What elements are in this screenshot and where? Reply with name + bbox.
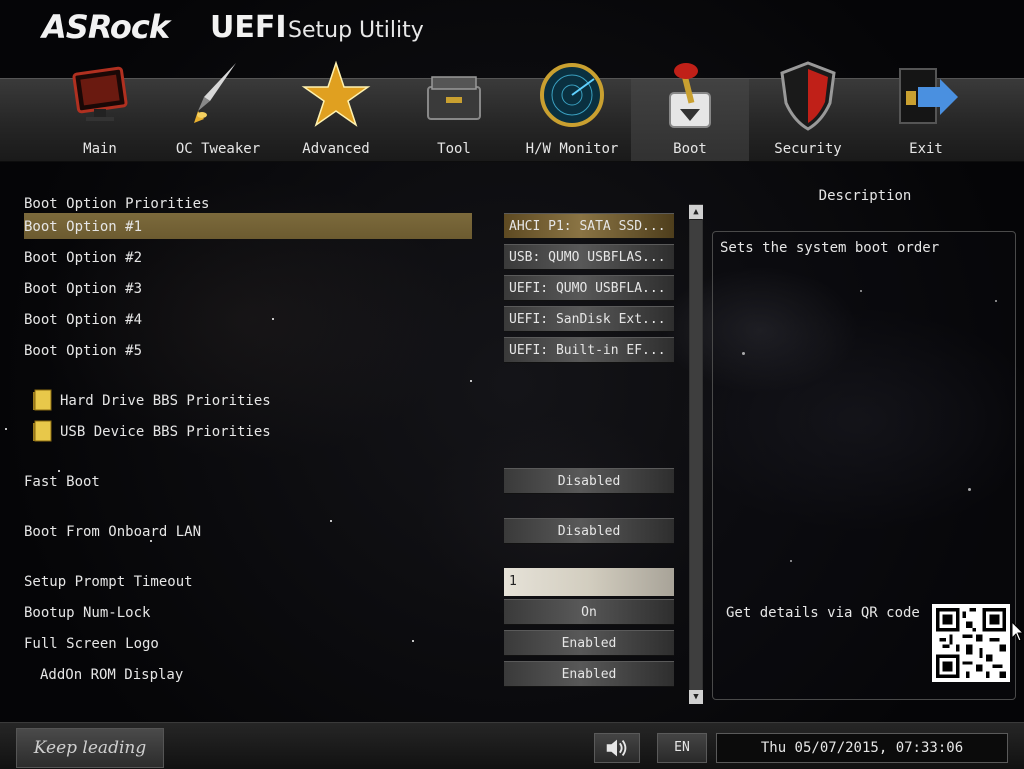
boot-option-1-value[interactable]: AHCI P1: SATA SSD...	[504, 213, 674, 239]
addon-rom-display-label[interactable]: AddOn ROM Display	[40, 667, 183, 683]
boot-from-onboard-lan-value[interactable]: Disabled	[504, 518, 674, 544]
tab-advanced-label: Advanced	[302, 141, 370, 157]
header: ASRock UEFI Setup Utility	[0, 0, 1024, 78]
tab-main-label: Main	[83, 141, 117, 157]
bootup-num-lock-value[interactable]: On	[504, 599, 674, 625]
tab-tool-label: Tool	[437, 141, 471, 157]
tab-exit[interactable]: Exit	[867, 68, 985, 161]
boot-option-3-label[interactable]: Boot Option #3	[24, 281, 142, 297]
tab-boot[interactable]: Boot	[631, 63, 749, 161]
language-button[interactable]: EN	[657, 733, 707, 763]
boot-option-4-value[interactable]: UEFI: SanDisk Ext...	[504, 306, 674, 332]
tab-bar: Main OC Tweaker Advanced Tool H/W Monito…	[0, 60, 1024, 162]
tab-exit-label: Exit	[909, 141, 943, 157]
star-dot	[5, 428, 7, 430]
scrollbar-thumb[interactable]	[690, 220, 702, 690]
boot-lever-icon	[652, 57, 728, 137]
hard-drive-bbs-priorities-link[interactable]: Hard Drive BBS Priorities	[60, 393, 271, 409]
folder-icon	[33, 389, 52, 411]
star-dot	[58, 470, 60, 472]
boot-option-4-label[interactable]: Boot Option #4	[24, 312, 142, 328]
radar-icon	[534, 57, 610, 137]
monitor-icon	[62, 57, 138, 137]
qr-code-label: Get details via QR code	[726, 605, 920, 621]
tab-oc-tweaker-label: OC Tweaker	[175, 141, 261, 157]
boot-option-priorities-heading: Boot Option Priorities	[24, 196, 210, 212]
addon-rom-display-value[interactable]: Enabled	[504, 661, 674, 687]
qr-code[interactable]	[932, 604, 1010, 682]
boot-option-2-label[interactable]: Boot Option #2	[24, 250, 142, 266]
boot-option-2-value[interactable]: USB: QUMO USBFLAS...	[504, 244, 674, 270]
scroll-up-arrow-icon[interactable]: ▲	[689, 205, 703, 219]
fast-boot-label[interactable]: Fast Boot	[24, 474, 100, 490]
star-icon	[298, 57, 374, 137]
star-dot	[150, 540, 152, 542]
bootup-num-lock-label[interactable]: Bootup Num-Lock	[24, 605, 150, 621]
asrock-logo: ASRock	[42, 8, 170, 46]
star-dot	[412, 640, 414, 642]
speaker-icon	[606, 739, 627, 757]
setup-utility-title: Setup Utility	[288, 18, 424, 43]
mouse-cursor-icon	[1012, 622, 1024, 642]
full-screen-logo-label[interactable]: Full Screen Logo	[24, 636, 159, 652]
rocket-icon	[180, 57, 256, 137]
tab-hw-monitor-label: H/W Monitor	[525, 141, 619, 157]
tab-advanced[interactable]: Advanced	[277, 60, 395, 161]
star-dot	[272, 318, 274, 320]
uefi-title: UEFI	[210, 10, 287, 45]
boot-option-5-label[interactable]: Boot Option #5	[24, 343, 142, 359]
full-screen-logo-value[interactable]: Enabled	[504, 630, 674, 656]
boot-option-5-value[interactable]: UEFI: Built-in EF...	[504, 337, 674, 363]
star-dot	[330, 520, 332, 522]
shield-icon	[770, 57, 846, 137]
description-title: Description	[818, 188, 912, 204]
keep-leading-logo: Keep leading	[16, 728, 164, 768]
boot-from-onboard-lan-label[interactable]: Boot From Onboard LAN	[24, 524, 201, 540]
usb-device-bbs-priorities-link[interactable]: USB Device BBS Priorities	[60, 424, 271, 440]
toolbox-icon	[416, 57, 492, 137]
tab-hw-monitor[interactable]: H/W Monitor	[513, 63, 631, 161]
boot-option-3-value[interactable]: UEFI: QUMO USBFLA...	[504, 275, 674, 301]
setup-prompt-timeout-input[interactable]: 1	[504, 568, 674, 596]
tab-oc-tweaker[interactable]: OC Tweaker	[159, 63, 277, 161]
description-text: Sets the system boot order	[720, 240, 940, 256]
speaker-button[interactable]	[594, 733, 640, 763]
tab-tool[interactable]: Tool	[395, 76, 513, 161]
tab-security[interactable]: Security	[749, 61, 867, 161]
star-dot	[470, 380, 472, 382]
setup-prompt-timeout-label[interactable]: Setup Prompt Timeout	[24, 574, 193, 590]
datetime-display: Thu 05/07/2015, 07:33:06	[716, 733, 1008, 763]
folder-icon	[33, 420, 52, 442]
tab-security-label: Security	[774, 141, 842, 157]
tab-boot-label: Boot	[673, 141, 707, 157]
scroll-down-arrow-icon[interactable]: ▼	[689, 690, 703, 704]
tab-main[interactable]: Main	[41, 66, 159, 161]
exit-door-icon	[888, 57, 964, 137]
boot-option-1-label[interactable]: Boot Option #1	[24, 219, 142, 235]
fast-boot-value[interactable]: Disabled	[504, 468, 674, 494]
